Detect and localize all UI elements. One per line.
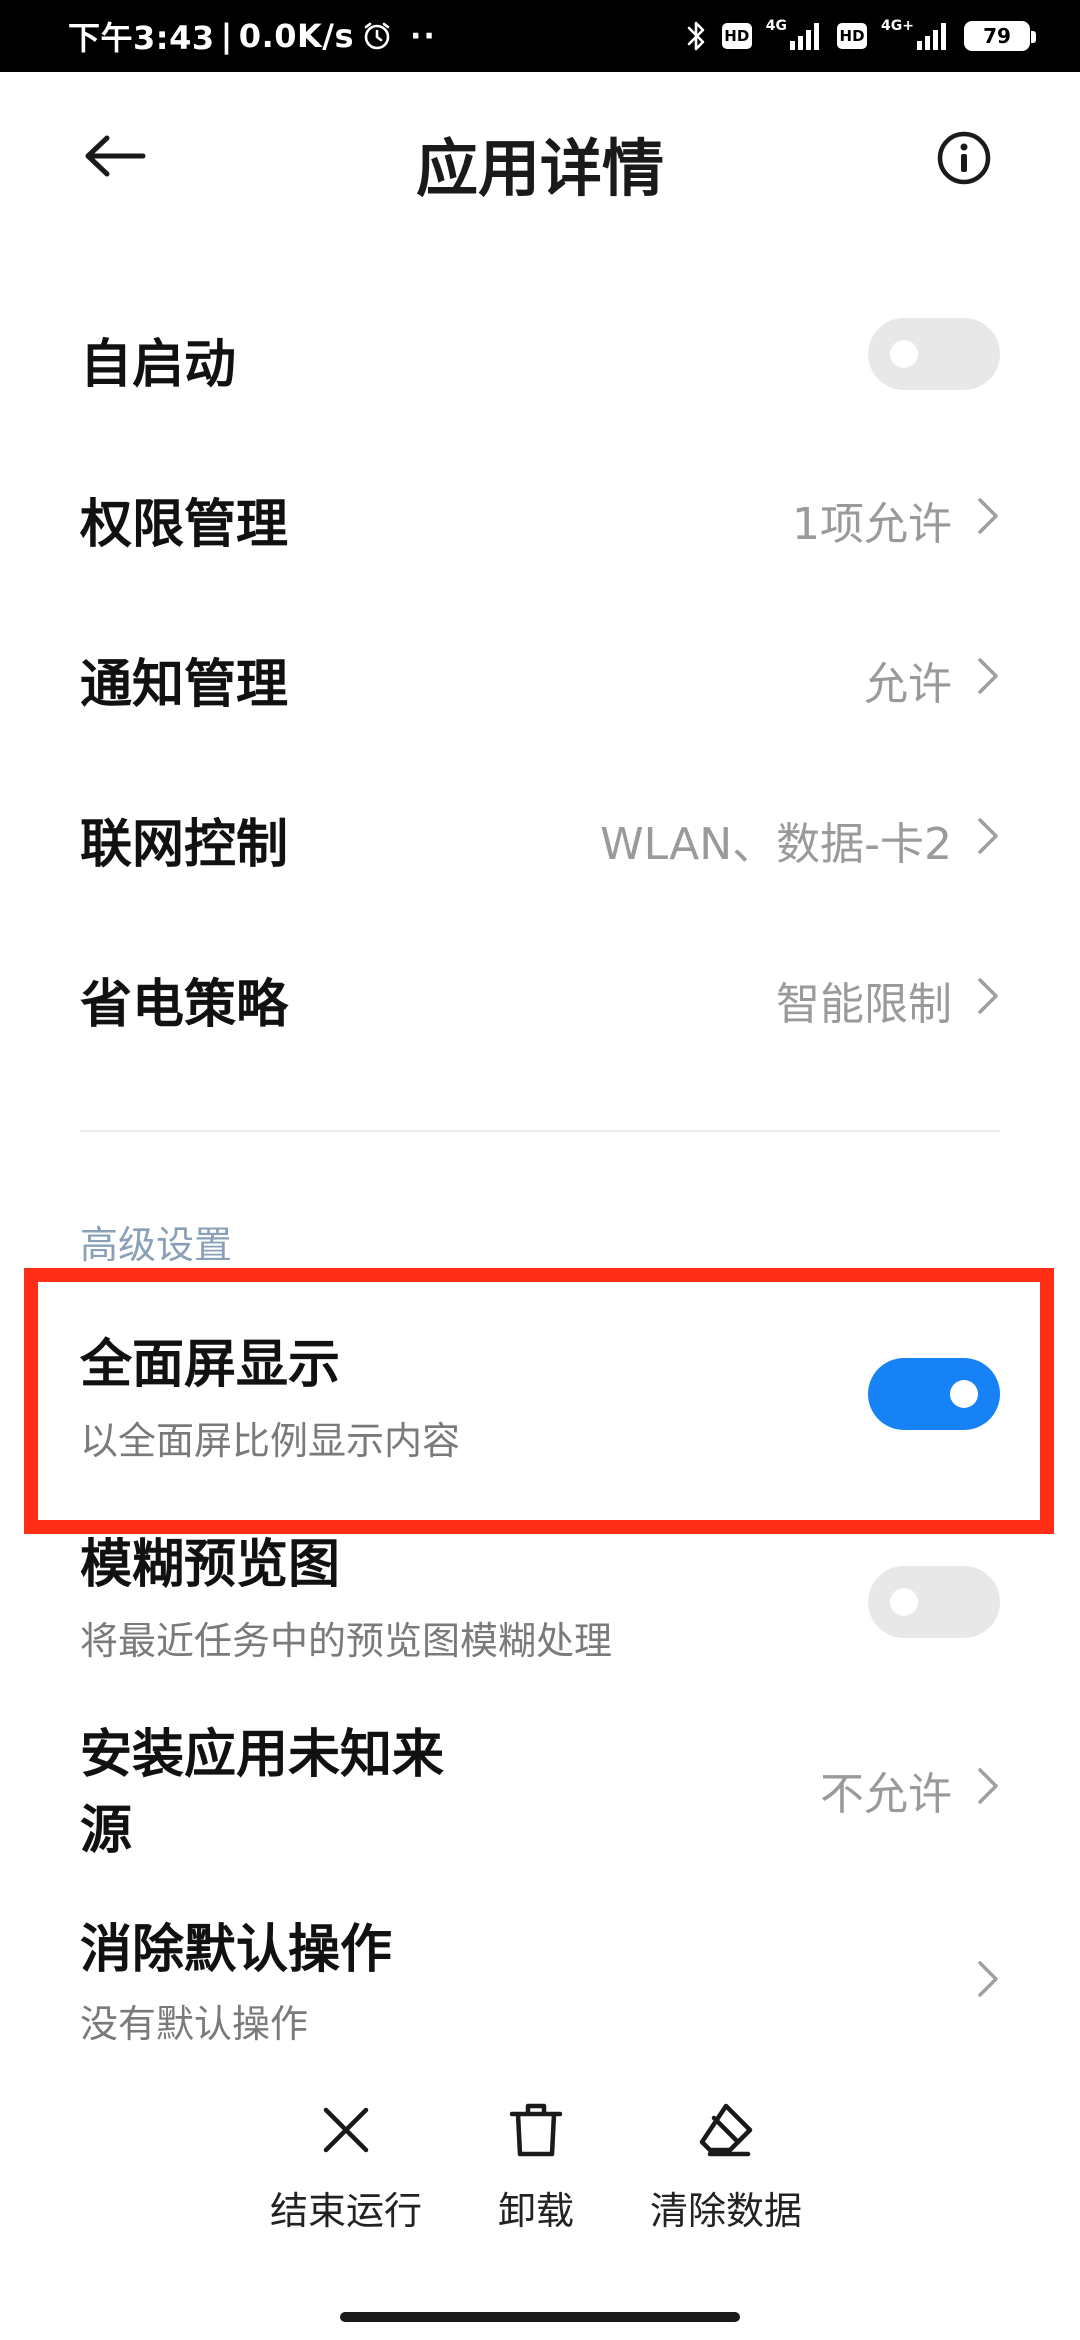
blur-preview-row[interactable]: 模糊预览图 将最近任务中的预览图模糊处理 (80, 1520, 1000, 1680)
bottom-action-bar: 结束运行 卸载 清除数据 (0, 2100, 1080, 2260)
chevron-right-icon (978, 1961, 998, 1997)
chevron-right-icon (978, 658, 998, 694)
status-right: HD 4G HD 4G+ 79 (686, 0, 1036, 72)
status-left: 下午3:43 | 0.0K/s ·· (68, 0, 437, 72)
clear-data-label: 清除数据 (650, 2189, 803, 2233)
status-separator: | (220, 17, 233, 55)
status-bar: 下午3:43 | 0.0K/s ·· HD 4G HD 4G+ 79 (0, 0, 1080, 72)
bluetooth-icon (687, 21, 705, 51)
battery-saver-value: 智能限制 (776, 979, 952, 1030)
trash-icon (509, 2103, 563, 2157)
info-icon (937, 131, 991, 185)
chevron-right-icon (978, 498, 998, 534)
toggle-knob (950, 1380, 978, 1408)
autostart-toggle[interactable] (868, 318, 1000, 390)
network-type-2: 4G+ (881, 18, 914, 34)
battery-saver-title: 省电策略 (80, 975, 289, 1035)
fullscreen-display-toggle[interactable] (868, 1358, 1000, 1430)
battery-saver-row[interactable]: 省电策略 智能限制 (80, 940, 1000, 1052)
toggle-knob (890, 340, 918, 368)
alarm-icon (364, 22, 390, 50)
fullscreen-display-title: 全面屏显示 (80, 1335, 341, 1395)
toggle-knob (890, 1588, 918, 1616)
chevron-right-icon (978, 818, 998, 854)
uninstall-label: 卸载 (498, 2189, 575, 2233)
unknown-sources-row[interactable]: 安装应用未知来 源 不允许 (80, 1710, 1000, 1890)
close-icon (323, 2107, 369, 2153)
unknown-sources-value: 不允许 (820, 1769, 952, 1820)
signal-icon (790, 23, 820, 50)
signal-icon (917, 23, 946, 50)
chevron-right-icon (978, 1768, 998, 1804)
hd-badge-1: HD (721, 23, 752, 49)
force-stop-button[interactable]: 结束运行 (270, 2100, 422, 2235)
chevron-right-icon (978, 978, 998, 1014)
clear-defaults-subtitle: 没有默认操作 (80, 2002, 309, 2046)
blur-preview-subtitle: 将最近任务中的预览图模糊处理 (80, 1619, 613, 1663)
battery-icon: 79 (964, 21, 1036, 51)
autostart-title: 自启动 (80, 335, 237, 395)
network-type-1: 4G (765, 18, 788, 34)
section-divider (80, 1130, 1000, 1132)
app-bar: 应用详情 (0, 72, 1080, 242)
autostart-row[interactable]: 自启动 (80, 300, 1000, 412)
battery-level: 79 (983, 24, 1011, 48)
network-control-row[interactable]: 联网控制 WLAN、数据-卡2 (80, 780, 1000, 892)
notifications-row[interactable]: 通知管理 允许 (80, 620, 1000, 732)
home-indicator[interactable] (340, 2312, 740, 2322)
fullscreen-display-subtitle: 以全面屏比例显示内容 (80, 1419, 461, 1463)
clear-defaults-row[interactable]: 消除默认操作 没有默认操作 (80, 1905, 1000, 2065)
status-time: 下午3:43 (68, 19, 215, 57)
more-notifications-icon: ·· (410, 18, 437, 54)
info-button[interactable] (934, 128, 994, 188)
fullscreen-display-row[interactable]: 全面屏显示 以全面屏比例显示内容 (80, 1300, 1000, 1500)
permissions-row[interactable]: 权限管理 1项允许 (80, 460, 1000, 572)
blur-preview-toggle[interactable] (868, 1566, 1000, 1638)
unknown-sources-title-line2: 源 (80, 1801, 133, 1861)
advanced-settings-header: 高级设置 (80, 1223, 233, 1267)
notifications-value: 允许 (864, 659, 952, 710)
force-stop-label: 结束运行 (270, 2189, 423, 2233)
signal-1: 4G (765, 18, 823, 51)
notifications-title: 通知管理 (80, 655, 289, 715)
network-control-title: 联网控制 (80, 815, 289, 875)
permissions-title: 权限管理 (80, 495, 289, 555)
eraser-icon (699, 2103, 753, 2157)
blur-preview-title: 模糊预览图 (80, 1535, 341, 1595)
hd-badge-2: HD (837, 23, 868, 49)
permissions-value: 1项允许 (792, 499, 952, 550)
clear-defaults-title: 消除默认操作 (80, 1920, 393, 1980)
network-control-value: WLAN、数据-卡2 (600, 819, 952, 870)
uninstall-button[interactable]: 卸载 (498, 2100, 574, 2235)
network-speed: 0.0K/s (238, 17, 355, 55)
unknown-sources-title-line1: 安装应用未知来 (80, 1725, 445, 1785)
signal-2: 4G+ (881, 18, 950, 51)
clear-data-button[interactable]: 清除数据 (650, 2100, 802, 2235)
page-title: 应用详情 (415, 132, 664, 205)
